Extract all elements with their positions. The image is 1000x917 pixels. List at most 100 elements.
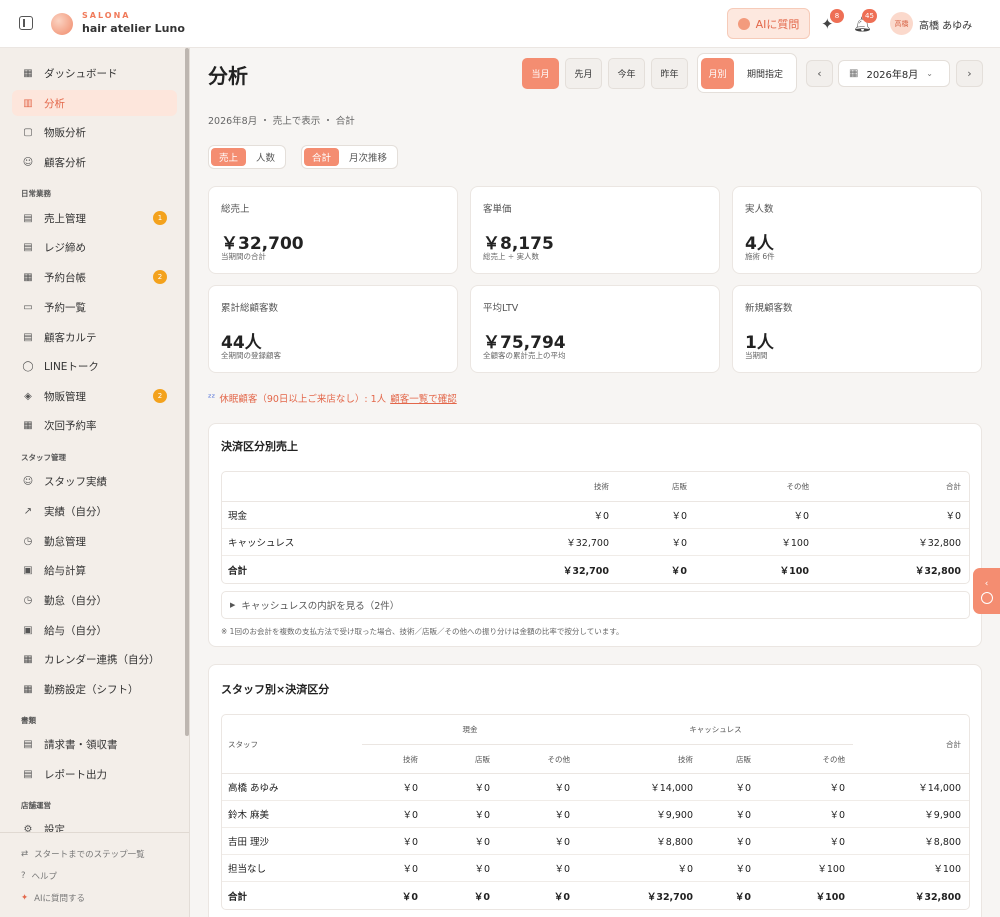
avatar[interactable]: 高橋: [890, 12, 913, 35]
table-cell: ￥100: [815, 891, 845, 903]
sidebar-item-reservation-list[interactable]: ▭ 予約一覧: [12, 294, 177, 320]
period-this-month-button[interactable]: 当月: [522, 58, 559, 89]
metric-people-option[interactable]: 人数: [248, 148, 283, 166]
sidebar-item-product-analytics[interactable]: ▢ 物販分析: [12, 119, 177, 145]
table-cell: ￥0: [362, 855, 426, 882]
sidebar-item-staff-performance[interactable]: ☺ スタッフ実績: [12, 468, 177, 494]
table-cell: ￥0: [362, 774, 426, 801]
calendar-icon: ▦: [849, 68, 859, 79]
column-header: 店販: [701, 745, 759, 774]
table-cell: ￥0: [473, 891, 490, 903]
sidebar-item-reservation-book[interactable]: ▦ 予約台帳 2: [12, 264, 177, 290]
metric-sales-option[interactable]: 売上: [211, 148, 247, 166]
column-header: その他: [695, 472, 817, 502]
table-header-row: スタッフ 現金 キャッシュレス 合計: [222, 715, 969, 774]
table-cell: キャッシュレス: [222, 529, 402, 556]
period-this-year-button[interactable]: 今年: [608, 58, 645, 89]
sidebar-item-customer-analytics[interactable]: ☺ 顧客分析: [12, 149, 177, 175]
table-cell: ￥0: [734, 891, 751, 903]
table-cell: ￥0: [617, 502, 695, 529]
footer-ask-ai-link[interactable]: ✦ AIに質問する: [21, 892, 85, 904]
sidebar-toggle-icon[interactable]: [19, 16, 33, 30]
column-header: 合計: [817, 472, 969, 502]
file-icon: ▤: [23, 331, 33, 343]
sidebar-item-my-attendance[interactable]: ◷ 勤怠（自分）: [12, 587, 177, 613]
prev-month-button[interactable]: ‹: [806, 60, 833, 87]
table-cell: ￥9,900: [578, 801, 701, 828]
reservation-badge: 2: [153, 270, 167, 284]
table-cell: ￥0: [426, 828, 498, 855]
sidebar-item-next-reservation-rate[interactable]: ▦ 次回予約率: [12, 412, 177, 438]
table-cell: 現金: [222, 502, 402, 529]
sidebar-item-label: 実績（自分）: [44, 505, 107, 518]
sidebar-item-label: LINEトーク: [44, 360, 99, 373]
month-select[interactable]: ▦ 2026年8月 ⌄: [838, 60, 950, 87]
table-cell: ￥0: [578, 855, 701, 882]
dormant-text: 休眠顧客（90日以上ご来店なし）: 1人: [219, 394, 387, 405]
trend-icon: ↗: [23, 505, 33, 517]
view-total-option[interactable]: 合計: [304, 148, 340, 166]
kpi-label: 平均LTV: [483, 303, 519, 314]
sidebar-item-label: 物販分析: [44, 126, 86, 139]
column-header: スタッフ: [222, 715, 362, 774]
table-cell: ￥0: [759, 774, 853, 801]
table-cell: ￥0: [498, 855, 578, 882]
sidebar-scrollbar[interactable]: [185, 48, 189, 736]
period-last-month-button[interactable]: 先月: [565, 58, 602, 89]
sidebar-item-shift-settings[interactable]: ▦ 勤務設定（シフト）: [12, 676, 177, 702]
footer-help-label: ヘルプ: [31, 872, 58, 882]
table-cell: ￥0: [701, 774, 759, 801]
table-cell: ￥0: [426, 801, 498, 828]
sidebar-item-sales[interactable]: ▤ 売上管理 1: [12, 205, 177, 231]
mode-range-button[interactable]: 期間指定: [737, 58, 793, 89]
mode-monthly-button[interactable]: 月別: [701, 58, 734, 89]
customer-list-link[interactable]: 顧客一覧で確認: [390, 391, 457, 405]
brand-logo: [51, 13, 73, 35]
payment-category-card: 決済区分別売上 技術 店販 その他 合計 現金 ￥0 ￥0 ￥0 ￥0 キャッシ…: [208, 423, 982, 647]
column-header: [222, 472, 402, 502]
table-cell: ￥32,700: [562, 565, 609, 577]
kpi-note: 当期間: [745, 351, 768, 360]
sidebar-item-invoices[interactable]: ▤ 請求書・領収書: [12, 731, 177, 757]
kpi-note: 全期間の登録顧客: [221, 351, 281, 360]
table-row: 合計 ￥32,700 ￥0 ￥100 ￥32,800: [222, 556, 969, 583]
sidebar-item-payroll[interactable]: ▣ 給与計算: [12, 557, 177, 583]
sidebar-item-register-close[interactable]: ▤ レジ締め: [12, 234, 177, 260]
period-last-year-button[interactable]: 昨年: [651, 58, 688, 89]
sidebar-item-product-management[interactable]: ◈ 物販管理 2: [12, 383, 177, 409]
cashless-breakdown-toggle[interactable]: ▶ キャッシュレスの内訳を見る（2件）: [221, 591, 970, 619]
kpi-new-customers: 新規顧客数 1人 当期間: [732, 285, 982, 373]
document-icon: ▤: [23, 738, 33, 750]
user-name[interactable]: 高橋 あゆみ: [919, 17, 972, 32]
sidebar-item-attendance[interactable]: ◷ 勤怠管理: [12, 528, 177, 554]
sidebar-item-line-talk[interactable]: ◯ LINEトーク: [12, 353, 177, 379]
sidebar-item-customer-chart[interactable]: ▤ 顧客カルテ: [12, 324, 177, 350]
footer-steps-link[interactable]: ⇄ スタートまでのステップ一覧: [21, 848, 145, 860]
footer-help-link[interactable]: ? ヘルプ: [21, 870, 57, 882]
kpi-label: 客単価: [483, 204, 512, 215]
table-cell: 鈴木 麻美: [222, 801, 362, 828]
payment-table: 技術 店販 その他 合計 現金 ￥0 ￥0 ￥0 ￥0 キャッシュレス ￥32,…: [221, 471, 970, 584]
sidebar-item-my-pay[interactable]: ▣ 給与（自分）: [12, 617, 177, 643]
sidebar-item-my-performance[interactable]: ↗ 実績（自分）: [12, 498, 177, 524]
table-row: 現金 ￥0 ￥0 ￥0 ￥0: [222, 502, 969, 529]
table-row: 吉田 理沙 ￥0 ￥0 ￥0 ￥8,800 ￥0 ￥0 ￥8,800: [222, 828, 969, 855]
sidebar-item-label: 給与（自分）: [44, 624, 107, 637]
table-cell: ￥100: [759, 855, 853, 882]
table-cell: ￥32,700: [646, 891, 693, 903]
sidebar-item-dashboard[interactable]: ▦ ダッシュボード: [12, 60, 177, 86]
chat-float-button[interactable]: ‹: [973, 568, 1000, 614]
ask-ai-label: AIに質問: [755, 17, 800, 31]
view-monthly-trend-option[interactable]: 月次推移: [341, 148, 395, 166]
sidebar-item-report-export[interactable]: ▤ レポート出力: [12, 761, 177, 787]
calendar-icon: ▦: [23, 271, 33, 283]
sidebar-item-label: レポート出力: [44, 768, 107, 781]
table-cell: 合計: [228, 891, 248, 903]
help-icon: ?: [21, 871, 26, 881]
next-month-button[interactable]: ›: [956, 60, 983, 87]
sidebar-item-analytics[interactable]: ▥ 分析: [12, 90, 177, 116]
ask-ai-button[interactable]: AIに質問: [727, 8, 810, 39]
kpi-note: 全顧客の累計売上の平均: [483, 351, 566, 360]
table-cell: ￥0: [498, 828, 578, 855]
sidebar-item-calendar-sync[interactable]: ▦ カレンダー連携（自分）: [12, 646, 177, 672]
